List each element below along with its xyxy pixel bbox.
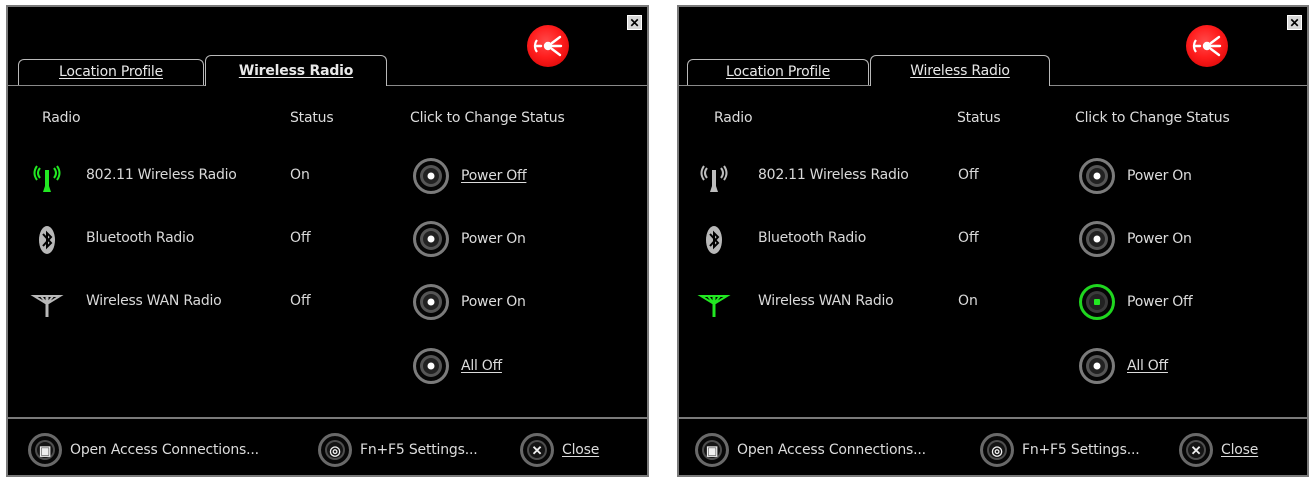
all-off-row: All Off — [679, 340, 1307, 394]
status-column-header: Status — [290, 110, 334, 126]
radio-name-wan: Wireless WAN Radio — [86, 293, 222, 309]
fn-f5-settings-button[interactable]: ◎ Fn+F5 Settings... — [318, 433, 478, 467]
power-toggle-wan[interactable]: Power Off — [1079, 282, 1193, 322]
open-access-connections-button[interactable]: ▣ Open Access Connections... — [28, 433, 259, 467]
power-toggle-bluetooth-button[interactable] — [413, 221, 449, 257]
close-icon: ✕ — [1179, 433, 1213, 467]
radio-row-80211: 802.11 Wireless Radio Off Power On — [679, 150, 1307, 204]
all-off-row: All Off — [8, 340, 647, 394]
wifi-icon — [33, 165, 61, 192]
radio-row-wan: Wireless WAN Radio Off Power On — [8, 276, 647, 330]
radio-status-bluetooth: Off — [958, 230, 979, 246]
tab-location-profile[interactable]: Location Profile — [687, 59, 869, 85]
power-toggle-80211-button[interactable] — [413, 158, 449, 194]
power-toggle-80211[interactable]: Power On — [1079, 156, 1192, 196]
signal-logo-icon — [533, 35, 563, 57]
radio-name-bluetooth: Bluetooth Radio — [758, 230, 867, 246]
comparison-screen: ✕ Location Profile Wireless Radio Radio … — [0, 0, 1313, 481]
bluetooth-icon — [39, 226, 55, 254]
radio-status-wan: On — [958, 293, 978, 309]
power-toggle-bluetooth[interactable]: Power On — [413, 219, 526, 259]
footer-divider — [8, 417, 647, 419]
all-off-label: All Off — [1127, 358, 1168, 374]
radio-name-80211: 802.11 Wireless Radio — [758, 167, 909, 183]
settings-gear-icon: ◎ — [318, 433, 352, 467]
bluetooth-icon — [706, 226, 722, 254]
wireless-radio-panel-before: ✕ Location Profile Wireless Radio Radio … — [6, 5, 649, 477]
power-toggle-80211-label: Power On — [1127, 168, 1192, 184]
all-off-label: All Off — [461, 358, 502, 374]
radio-status-80211: On — [290, 167, 310, 183]
tab-wireless-radio[interactable]: Wireless Radio — [205, 55, 387, 86]
power-toggle-wan-label: Power On — [461, 294, 526, 310]
open-connections-icon: ▣ — [28, 433, 62, 467]
radio-name-wan: Wireless WAN Radio — [758, 293, 894, 309]
power-toggle-80211[interactable]: Power Off — [413, 156, 527, 196]
radio-column-header: Radio — [42, 110, 81, 126]
all-off-button[interactable] — [1079, 348, 1115, 384]
open-access-connections-label: Open Access Connections... — [70, 442, 259, 458]
power-toggle-wan-button[interactable] — [1079, 284, 1115, 320]
close-label: Close — [1221, 442, 1259, 458]
status-column-header: Status — [957, 110, 1001, 126]
fn-f5-settings-button[interactable]: ◎ Fn+F5 Settings... — [980, 433, 1140, 467]
radio-row-wan: Wireless WAN Radio On Power Off — [679, 276, 1307, 330]
close-label: Close — [562, 442, 600, 458]
footer-divider — [679, 417, 1307, 419]
fn-f5-settings-label: Fn+F5 Settings... — [1022, 442, 1140, 458]
access-connections-logo — [527, 25, 569, 67]
open-connections-icon: ▣ — [695, 433, 729, 467]
tab-wireless-radio[interactable]: Wireless Radio — [870, 55, 1050, 86]
radio-status-wan: Off — [290, 293, 311, 309]
radio-status-bluetooth: Off — [290, 230, 311, 246]
tab-wireless-radio-label: Wireless Radio — [910, 63, 1010, 79]
action-column-header: Click to Change Status — [410, 110, 565, 126]
power-toggle-bluetooth-button[interactable] — [1079, 221, 1115, 257]
tab-location-profile-label: Location Profile — [726, 64, 830, 80]
power-toggle-bluetooth-label: Power On — [461, 231, 526, 247]
wireless-radio-panel-after: ✕ Location Profile Wireless Radio Radio … — [677, 5, 1309, 477]
all-off-action[interactable]: All Off — [1079, 346, 1168, 386]
settings-gear-icon: ◎ — [980, 433, 1014, 467]
power-toggle-80211-button[interactable] — [1079, 158, 1115, 194]
action-column-header: Click to Change Status — [1075, 110, 1230, 126]
power-toggle-wan-button[interactable] — [413, 284, 449, 320]
close-button[interactable]: ✕ Close — [520, 433, 599, 467]
close-icon: ✕ — [520, 433, 554, 467]
power-toggle-bluetooth[interactable]: Power On — [1079, 219, 1192, 259]
radio-row-80211: 802.11 Wireless Radio On Power Off — [8, 150, 647, 204]
window-close-button[interactable]: ✕ — [627, 15, 642, 30]
radio-row-bluetooth: Bluetooth Radio Off Power On — [679, 213, 1307, 267]
tab-location-profile-label: Location Profile — [59, 64, 163, 80]
open-access-connections-label: Open Access Connections... — [737, 442, 926, 458]
wifi-icon — [700, 165, 728, 192]
all-off-button[interactable] — [413, 348, 449, 384]
radio-row-bluetooth: Bluetooth Radio Off Power On — [8, 213, 647, 267]
antenna-icon — [697, 295, 731, 317]
radio-name-80211: 802.11 Wireless Radio — [86, 167, 237, 183]
power-toggle-80211-label: Power Off — [461, 168, 527, 184]
power-toggle-wan[interactable]: Power On — [413, 282, 526, 322]
tab-location-profile[interactable]: Location Profile — [18, 59, 204, 85]
open-access-connections-button[interactable]: ▣ Open Access Connections... — [695, 433, 926, 467]
all-off-action[interactable]: All Off — [413, 346, 502, 386]
radio-column-header: Radio — [714, 110, 753, 126]
power-toggle-bluetooth-label: Power On — [1127, 231, 1192, 247]
close-button[interactable]: ✕ Close — [1179, 433, 1258, 467]
window-close-button[interactable]: ✕ — [1287, 15, 1302, 30]
radio-status-80211: Off — [958, 167, 979, 183]
access-connections-logo — [1186, 25, 1228, 67]
tab-wireless-radio-label: Wireless Radio — [238, 63, 354, 79]
power-toggle-wan-label: Power Off — [1127, 294, 1193, 310]
radio-name-bluetooth: Bluetooth Radio — [86, 230, 195, 246]
antenna-icon — [30, 295, 64, 317]
signal-logo-icon — [1192, 35, 1222, 57]
fn-f5-settings-label: Fn+F5 Settings... — [360, 442, 478, 458]
